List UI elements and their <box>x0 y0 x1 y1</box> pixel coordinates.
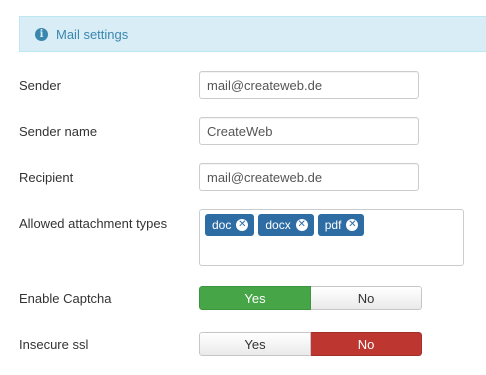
tag-doc: doc ✕ <box>205 214 255 236</box>
tag-label: pdf <box>324 218 342 232</box>
mail-settings-header: i Mail settings <box>19 16 486 52</box>
info-icon: i <box>35 27 48 41</box>
tag-label: doc <box>212 218 232 232</box>
captcha-label: Enable Captcha <box>19 291 112 306</box>
insecure-ssl-label: Insecure ssl <box>19 337 89 352</box>
insecure-ssl-toggle: Yes No <box>199 332 422 356</box>
tag-pdf: pdf ✕ <box>317 214 365 236</box>
tag-label: docx <box>265 218 291 232</box>
captcha-yes-button[interactable]: Yes <box>199 286 311 310</box>
close-circle-icon[interactable]: ✕ <box>346 219 359 231</box>
sender-label: Sender <box>19 78 61 93</box>
captcha-no-button[interactable]: No <box>311 286 422 310</box>
sender-name-input[interactable] <box>199 117 419 145</box>
sender-name-label: Sender name <box>19 124 98 139</box>
panel-title: Mail settings <box>56 26 129 42</box>
attachment-types-field[interactable]: doc ✕ docx ✕ pdf ✕ <box>199 209 464 266</box>
attachment-types-label: Allowed attachment types <box>19 216 168 231</box>
recipient-label: Recipient <box>19 170 74 185</box>
insecure-ssl-no-button[interactable]: No <box>311 332 422 356</box>
mail-settings-page: i Mail settings Sender Sender name Recip… <box>0 0 486 375</box>
tag-docx: docx ✕ <box>258 214 314 236</box>
close-circle-icon[interactable]: ✕ <box>295 219 308 231</box>
captcha-toggle: Yes No <box>199 286 422 310</box>
recipient-input[interactable] <box>199 163 419 191</box>
close-circle-icon[interactable]: ✕ <box>236 219 249 231</box>
sender-input[interactable] <box>199 71 419 99</box>
insecure-ssl-yes-button[interactable]: Yes <box>199 332 311 356</box>
